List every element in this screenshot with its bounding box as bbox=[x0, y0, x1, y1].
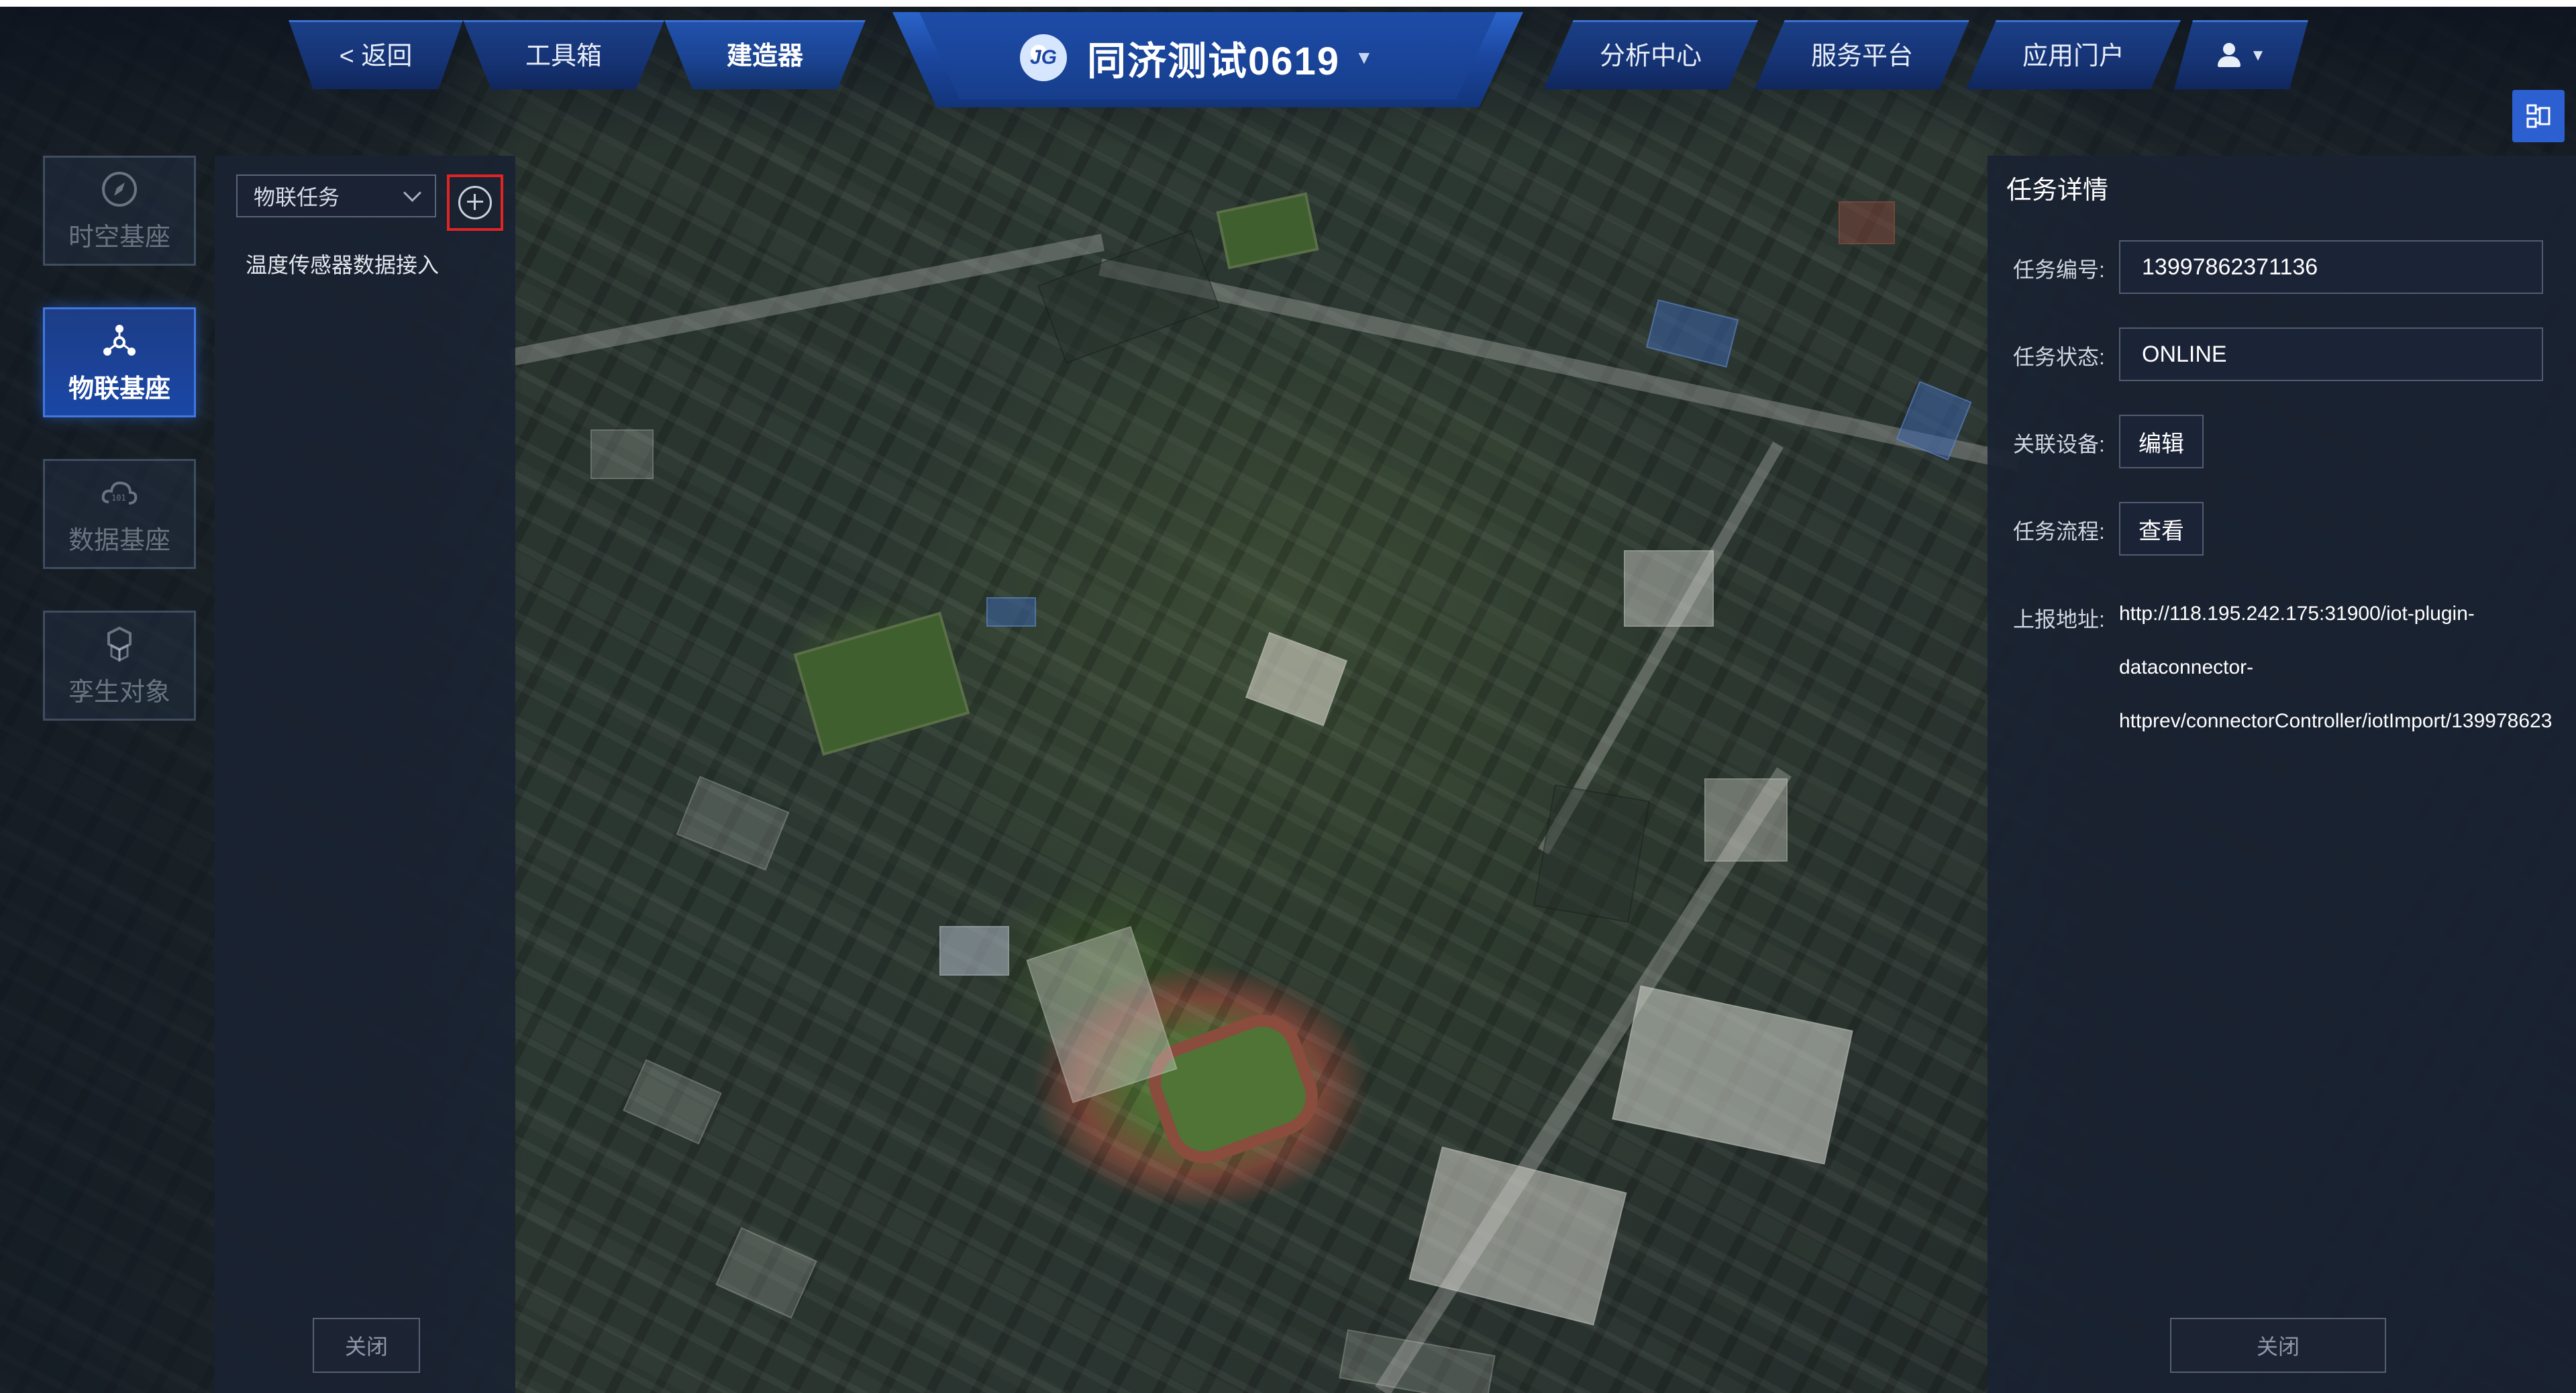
layout-toggle-button[interactable] bbox=[2512, 90, 2565, 142]
tab-portal-label: 应用门户 bbox=[2022, 42, 2124, 70]
close-button-label: 关闭 bbox=[344, 1335, 388, 1359]
window-top-edge bbox=[0, 0, 2576, 7]
user-icon bbox=[2216, 43, 2242, 68]
binary-cloud-icon: 101 bbox=[101, 481, 138, 505]
linked-device-label: 关联设备: bbox=[2013, 432, 2105, 456]
tab-builder-label: 建造器 bbox=[726, 42, 803, 70]
tab-service[interactable]: 服务平台 bbox=[1755, 20, 1969, 89]
view-flow-button[interactable]: 查看 bbox=[2119, 502, 2204, 556]
rail-item-label: 数据基座 bbox=[68, 526, 170, 555]
task-status-value: ONLINE bbox=[2142, 341, 2227, 367]
rail-item-iot[interactable]: 物联基座 bbox=[43, 307, 196, 417]
svg-text:101: 101 bbox=[111, 493, 126, 503]
list-item[interactable]: 温度传感器数据接入 bbox=[246, 248, 439, 279]
tab-analysis[interactable]: 分析中心 bbox=[1543, 20, 1758, 89]
task-list-panel bbox=[215, 156, 515, 1393]
rail-item-data[interactable]: 101 数据基座 bbox=[43, 459, 196, 569]
back-button[interactable]: < 返回 bbox=[289, 20, 463, 89]
task-type-select[interactable]: 物联任务 bbox=[236, 174, 436, 217]
close-detail-panel-button[interactable]: 关闭 bbox=[2170, 1318, 2386, 1373]
map-building bbox=[1624, 550, 1714, 627]
network-nodes-icon bbox=[103, 324, 136, 356]
map-building bbox=[986, 597, 1036, 627]
caret-down-icon: ▼ bbox=[2250, 46, 2266, 64]
rail-item-spacetime[interactable]: 时空基座 bbox=[43, 156, 196, 266]
rail-item-label: 孪生对象 bbox=[68, 678, 170, 707]
map-building bbox=[1839, 201, 1895, 244]
back-button-label: < 返回 bbox=[339, 42, 413, 70]
edit-device-button[interactable]: 编辑 bbox=[2119, 415, 2204, 468]
task-type-select-value: 物联任务 bbox=[254, 185, 340, 209]
app-root: { "app": { "title": "同济测试0619", "logo_te… bbox=[0, 0, 2576, 1393]
report-url-line: httprev/connectorController/iotImport/13… bbox=[2119, 710, 2553, 732]
task-id-value: 13997862371136 bbox=[2142, 254, 2318, 280]
add-task-highlight bbox=[447, 174, 503, 231]
layout-icon bbox=[2526, 104, 2551, 128]
rail-item-label: 时空基座 bbox=[68, 223, 170, 252]
tab-service-label: 服务平台 bbox=[1810, 42, 1913, 70]
close-left-panel-button[interactable]: 关闭 bbox=[313, 1318, 420, 1373]
map-building bbox=[590, 429, 654, 479]
task-id-field[interactable]: 13997862371136 bbox=[2119, 240, 2543, 294]
caret-down-icon: ▼ bbox=[1355, 47, 1374, 68]
tab-analysis-label: 分析中心 bbox=[1599, 42, 1702, 70]
chevron-down-icon bbox=[403, 183, 421, 202]
add-task-button[interactable] bbox=[458, 186, 492, 219]
user-menu[interactable]: ▼ bbox=[2174, 20, 2308, 89]
rail-item-twin[interactable]: 孪生对象 bbox=[43, 611, 196, 721]
tab-portal[interactable]: 应用门户 bbox=[1966, 20, 2181, 89]
report-url-line: dataconnector- bbox=[2119, 656, 2254, 678]
report-url-line: http://118.195.242.175:31900/iot-plugin- bbox=[2119, 603, 2475, 625]
task-status-label: 任务状态: bbox=[2013, 345, 2105, 369]
rail-item-label: 物联基座 bbox=[68, 374, 170, 403]
view-button-label: 查看 bbox=[2139, 518, 2184, 544]
edit-button-label: 编辑 bbox=[2139, 431, 2184, 457]
report-url-label: 上报地址: bbox=[2013, 607, 2105, 631]
task-flow-label: 任务流程: bbox=[2013, 519, 2105, 544]
project-switcher[interactable]: JG 同济测试0619 ▼ bbox=[1020, 25, 1374, 90]
logo-icon: JG bbox=[1020, 34, 1067, 81]
close-button-label: 关闭 bbox=[2256, 1335, 2300, 1359]
tab-builder[interactable]: 建造器 bbox=[664, 20, 866, 89]
task-id-label: 任务编号: bbox=[2013, 258, 2105, 282]
tab-toolbox-label: 工具箱 bbox=[525, 42, 602, 70]
task-status-field[interactable]: ONLINE bbox=[2119, 327, 2543, 381]
tab-toolbox[interactable]: 工具箱 bbox=[463, 20, 664, 89]
compass-icon bbox=[102, 171, 137, 207]
map-building bbox=[1704, 778, 1788, 862]
panel-title: 任务详情 bbox=[2006, 176, 2109, 205]
map-building bbox=[939, 926, 1009, 976]
page-title: 同济测试0619 bbox=[1087, 40, 1341, 83]
cubes-icon bbox=[107, 626, 132, 662]
